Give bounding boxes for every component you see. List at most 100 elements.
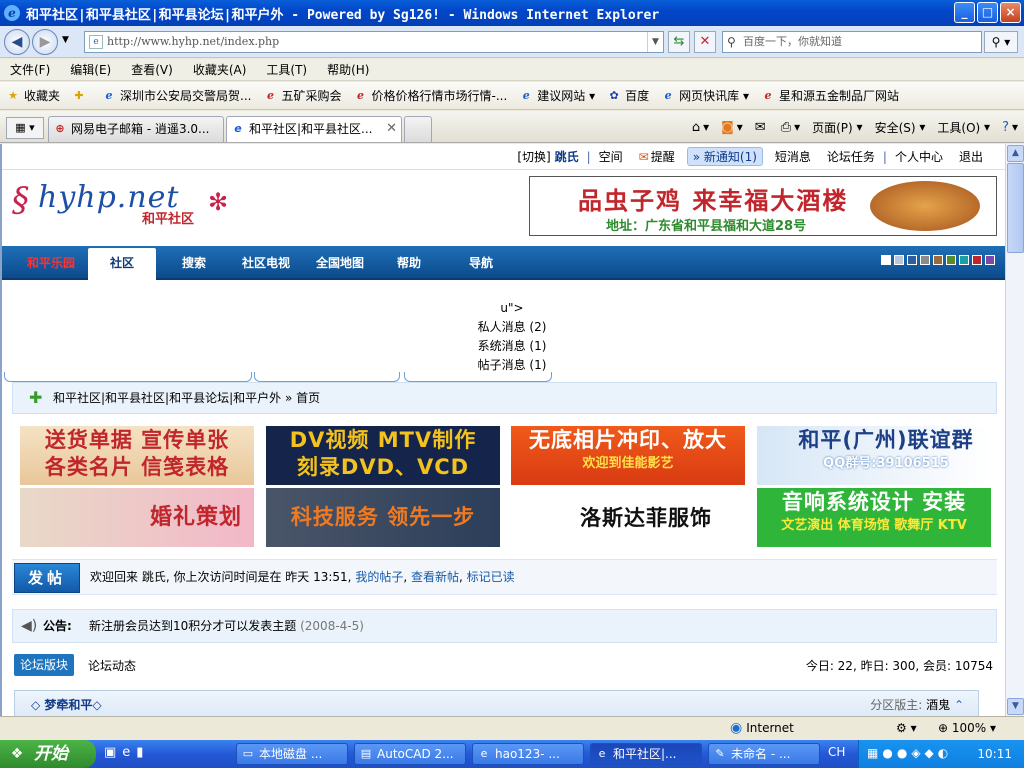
address-input[interactable]: e http://www.hyhp.net/index.php ▼ [84,31,664,53]
private-messages-link[interactable]: 私人消息 (2) [462,318,562,337]
switch-link[interactable]: [切换] 跳氏 [509,148,586,165]
nav-map[interactable]: 全国地图 [306,246,374,280]
address-dropdown-icon[interactable]: ▼ [647,32,663,52]
task-hao123[interactable]: e hao123- ... [472,743,584,765]
task-local-disk[interactable]: ▭ 本地磁盘 ... [236,743,348,765]
scroll-down-icon[interactable]: ▼ [1007,698,1024,715]
nav-hepingleyuan[interactable]: 和平乐园 [16,246,86,280]
volume-icon[interactable]: ◐ [938,746,948,760]
skin-swatch[interactable] [894,255,904,265]
ad-clothing[interactable]: 洛斯达菲服饰 [511,488,745,547]
nav-search[interactable]: 搜索 [162,246,226,280]
home-button[interactable]: ⌂ ▾ [686,120,715,135]
my-posts-link[interactable]: 我的帖子 [355,570,403,584]
page-menu[interactable]: 页面(P) ▾ [806,119,868,136]
nav-help[interactable]: 帮助 [380,246,438,280]
safety-menu[interactable]: 安全(S) ▾ [869,119,932,136]
skin-swatch[interactable] [972,255,982,265]
tab-forum-sections[interactable]: 论坛版块 [14,654,75,676]
tab-hyhp[interactable]: e 和平社区|和平县社区... ✕ [226,116,402,142]
nav-tv[interactable]: 社区电视 [232,246,300,280]
ad-wedding[interactable]: 婚礼策划 [20,488,254,547]
mark-read-link[interactable]: 标记已读 [467,570,515,584]
fav-item[interactable]: e 五矿采购会 [257,87,347,104]
remind-link[interactable]: ✉ 提醒 [631,148,683,165]
skin-swatch[interactable] [907,255,917,265]
protected-mode-icon[interactable]: ⚙ ▾ [896,717,917,739]
fav-item[interactable]: e 星和源五金制品厂网站 [755,87,905,104]
vertical-scrollbar[interactable]: ▲ ▼ [1005,144,1024,716]
stop-icon[interactable]: ✕ [694,31,716,53]
network-icon[interactable]: ▦ [867,746,878,760]
antivirus-icon[interactable]: ◆ [925,746,934,760]
task-autocad[interactable]: ▤ AutoCAD 2... [354,743,466,765]
skin-swatch[interactable] [946,255,956,265]
logout-link[interactable]: 退出 [951,148,991,165]
menu-edit[interactable]: 编辑(E) [60,61,121,78]
menu-help[interactable]: 帮助(H) [317,61,379,78]
announcement-link[interactable]: 新注册会员达到10积分才可以发表主题 (2008-4-5) [89,610,364,642]
history-dropdown-icon[interactable]: ▼ [62,35,69,45]
ad-printing[interactable]: 送货单据 宣传单张 各类名片 信笺表格 [20,426,254,485]
menu-view[interactable]: 查看(V) [121,61,183,78]
system-messages-link[interactable]: 系统消息 (1) [462,337,562,356]
qq-icon[interactable]: ● [882,746,892,760]
help-button[interactable]: ? ▾ [996,120,1024,135]
new-post-button[interactable]: 发帖 [14,563,80,593]
show-desktop-icon[interactable]: ▣ [104,745,116,760]
tasks-link[interactable]: 论坛任务 [819,148,883,165]
new-tab-button[interactable] [404,116,432,142]
breadcrumb-site-link[interactable]: 和平社区|和平县社区|和平县论坛|和平户外 [53,391,281,405]
close-button[interactable]: × [1000,2,1021,23]
ad-qq-group[interactable]: 和平(广州)联谊群 QQ群号:39106515 [757,426,991,485]
space-link[interactable]: 空间 [591,148,631,165]
zoom-control[interactable]: ⊕ 100% ▾ [938,717,996,739]
tools-menu[interactable]: 工具(O) ▾ [931,119,996,136]
skin-swatch[interactable] [920,255,930,265]
fav-item[interactable]: ✿ 百度 [601,87,655,104]
personal-center-link[interactable]: 个人中心 [887,148,951,165]
expand-plus-icon[interactable]: ✚ [29,383,42,413]
ad-sound-system[interactable]: 音响系统设计 安装 文艺演出 体育场馆 歌舞厅 KTV [757,488,991,547]
qq-icon[interactable]: ● [897,746,907,760]
print-button[interactable]: ⎙ ▾ [775,120,806,135]
ad-tech-service[interactable]: 科技服务 领先一步 [266,488,500,547]
fav-item[interactable]: e 网页快讯库 ▾ [655,87,755,104]
media-player-icon[interactable]: ▮ [136,745,143,760]
language-indicator[interactable]: CH [828,745,845,759]
back-button[interactable]: ◀ [4,29,30,55]
skin-swatch[interactable] [959,255,969,265]
tab-mail[interactable]: ⊕ 网易电子邮箱 - 逍遥3.0... [48,116,224,142]
nav-guide[interactable]: 导航 [444,246,518,280]
nav-community[interactable]: 社区 [88,248,156,280]
start-button[interactable]: ❖ 开始 [0,740,96,768]
menu-tools[interactable]: 工具(T) [256,61,317,78]
new-posts-link[interactable]: 查看新帖 [411,570,459,584]
forward-button[interactable]: ▶ [32,29,58,55]
collapse-icon[interactable]: ⌃ [954,698,964,712]
fav-item[interactable]: e 价格价格行情市场行情-... [347,87,513,104]
refresh-icon[interactable]: ⇆ [668,31,690,53]
maximize-button[interactable]: □ [977,2,998,23]
minimize-button[interactable]: _ [954,2,975,23]
search-input[interactable]: ⚲ 百度一下，你就知道 [722,31,982,53]
skin-swatch[interactable] [985,255,995,265]
task-paint[interactable]: ✎ 未命名 - ... [708,743,820,765]
sms-link[interactable]: 短消息 [767,148,819,165]
scroll-up-icon[interactable]: ▲ [1007,145,1024,162]
ie-launch-icon[interactable]: e [122,745,130,760]
task-hyhp[interactable]: e 和平社区|... [590,743,702,765]
fav-item[interactable]: e 建议网站 ▾ [513,87,601,104]
moderator-link[interactable]: 酒鬼 [926,698,950,712]
mail-button[interactable]: ✉ [749,120,775,135]
fav-item[interactable]: e 深圳市公安局交警局贺... [96,87,257,104]
menu-file[interactable]: 文件(F) [0,61,60,78]
menu-favorites[interactable]: 收藏夹(A) [183,61,257,78]
section-name-link[interactable]: ◇ 梦牵和平◇ [31,691,102,716]
ad-photo-print[interactable]: 无底相片冲印、放大 欢迎到佳能影艺 [511,426,745,485]
skin-swatch[interactable] [881,255,891,265]
site-logo[interactable]: § hyhp.net 和平社区 ✻ [12,176,232,228]
quick-tabs-button[interactable]: ▦ ▾ [6,117,44,139]
close-tab-icon[interactable]: ✕ [386,117,397,141]
add-favorite-button[interactable]: ✚ [66,89,96,103]
